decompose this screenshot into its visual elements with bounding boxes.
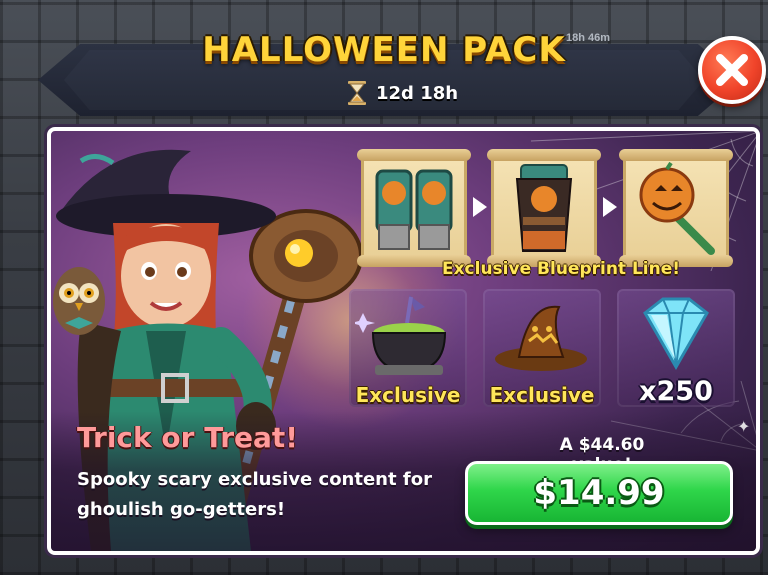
witch-hat-icon <box>495 305 587 371</box>
pumpkin-armor-icon <box>515 164 573 252</box>
close-button[interactable] <box>698 36 766 104</box>
arrow-right-icon <box>473 197 487 217</box>
time-remaining: 12d 18h <box>376 82 459 104</box>
pumpkin-gauntlets-icon <box>375 169 453 250</box>
close-x-icon <box>716 54 748 86</box>
buy-price: $14.99 <box>533 473 665 513</box>
arrow-right-icon <box>603 197 617 217</box>
blueprint-scroll-2[interactable] <box>487 149 601 267</box>
reward-card-witch-hat[interactable]: Exclusive <box>483 289 601 407</box>
pack-title: HALLOWEEN PACK <box>202 30 566 70</box>
offer-description: Spooky scary exclusive content for ghoul… <box>77 465 437 525</box>
reward-label-witch-hat: Exclusive <box>489 383 595 407</box>
reward-label-gems: x250 <box>639 376 713 407</box>
offer-tagline: Trick or Treat! <box>77 421 299 454</box>
offer-description-line-1: Spooky scary exclusive content for <box>77 469 432 490</box>
reward-label-cauldron: Exclusive <box>355 383 461 407</box>
hourglass-icon <box>348 81 366 105</box>
pack-timer: 12d 18h <box>346 80 458 106</box>
offer-panel: Exclusive Blueprint Line! Exclusive Excl… <box>47 127 760 555</box>
reward-card-cauldron[interactable]: Exclusive <box>349 289 467 407</box>
blueprint-scroll-1[interactable] <box>357 149 471 267</box>
blueprint-line-label: Exclusive Blueprint Line! <box>441 259 681 279</box>
owl <box>53 267 105 335</box>
gem-icon <box>643 297 709 371</box>
offer-description-line-2: ghoulish go-getters! <box>77 499 286 520</box>
pumpkin-staff-icon <box>639 161 715 255</box>
reward-card-gems[interactable]: x250 <box>617 289 735 407</box>
buy-button[interactable]: $14.99 <box>465 461 733 525</box>
cauldron-icon <box>355 295 447 375</box>
blueprint-scroll-3[interactable] <box>619 149 733 267</box>
